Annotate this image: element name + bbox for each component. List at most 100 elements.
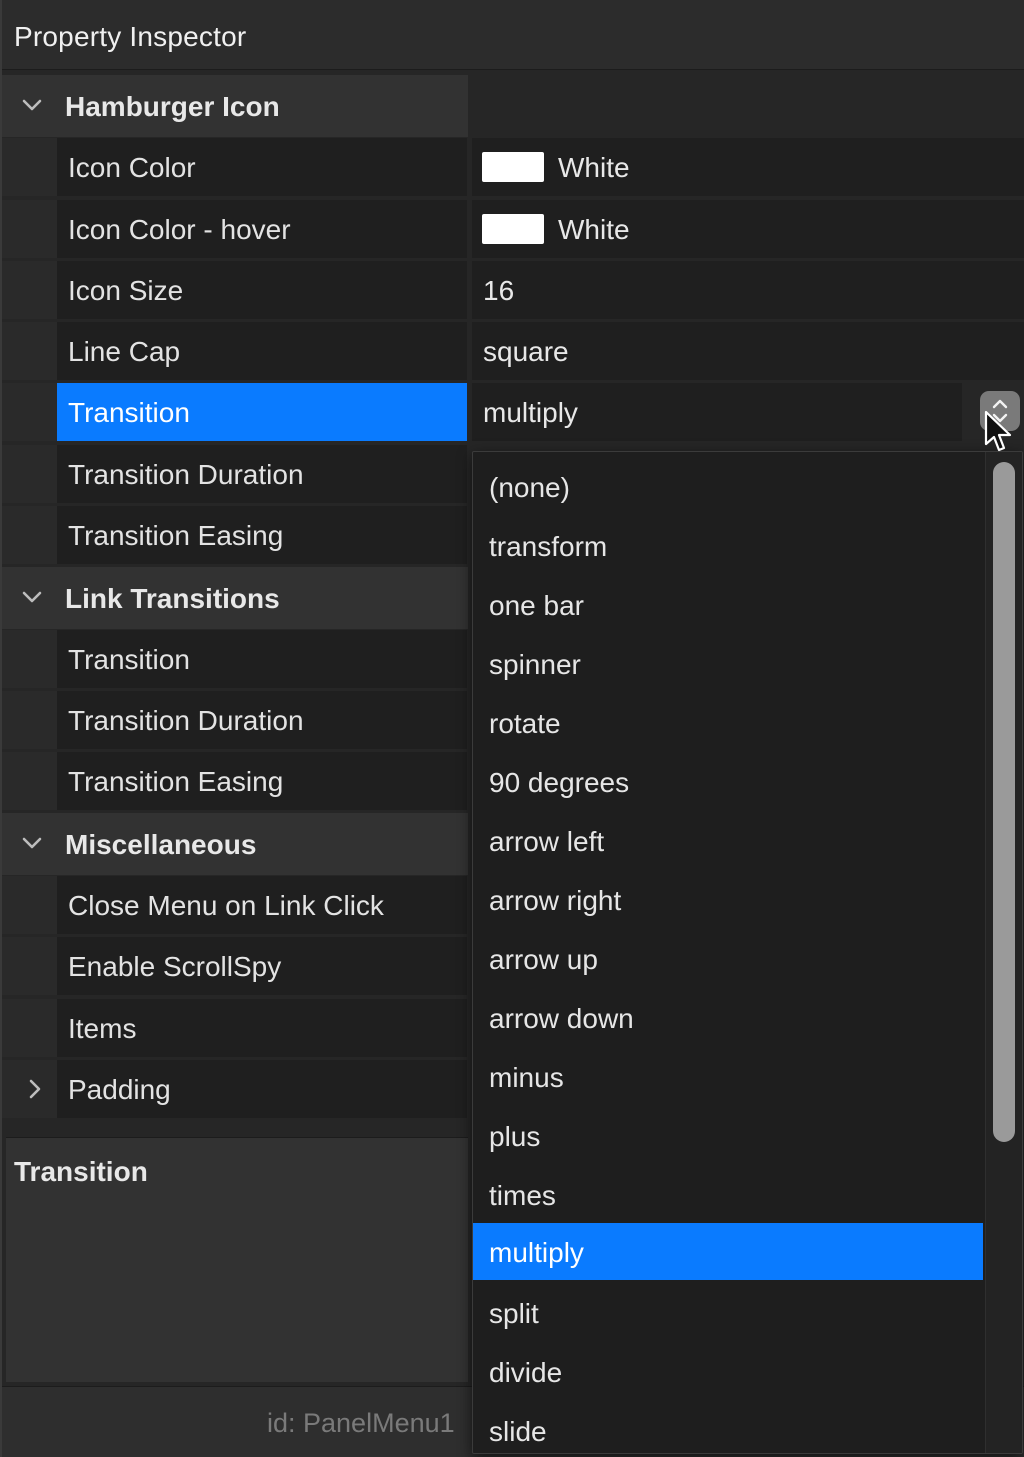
row-gutter: [2, 1060, 57, 1118]
property-value-icon-size[interactable]: 16: [472, 261, 1024, 319]
property-value: multiply: [483, 397, 578, 428]
option-label: (none): [489, 472, 570, 503]
option-label: transform: [489, 531, 608, 562]
row-gutter: [2, 322, 57, 380]
option-label: plus: [489, 1121, 541, 1152]
dropdown-option[interactable]: split: [473, 1284, 983, 1341]
property-value: square: [483, 336, 569, 367]
section-header-miscellaneous[interactable]: Miscellaneous: [2, 813, 468, 875]
dropdown-option[interactable]: arrow right: [473, 871, 983, 928]
title-bar: Property Inspector: [2, 0, 1024, 70]
dropdown-option[interactable]: plus: [473, 1107, 983, 1164]
section-title: Link Transitions: [65, 583, 280, 614]
property-label: Transition: [68, 644, 190, 675]
property-value: White: [558, 152, 630, 183]
dropdown-option[interactable]: 90 degrees: [473, 753, 983, 810]
dropdown-option[interactable]: times: [473, 1166, 983, 1223]
property-label: Items: [68, 1013, 137, 1044]
property-label: Icon Color: [68, 152, 196, 183]
property-row-icon-color-hover[interactable]: Icon Color - hover: [57, 200, 467, 258]
row-gutter: [2, 752, 57, 810]
option-label: arrow right: [489, 885, 622, 916]
chevron-right-icon[interactable]: [22, 1077, 46, 1101]
property-row-items[interactable]: Items: [57, 999, 467, 1057]
transition-select[interactable]: multiply: [472, 383, 962, 441]
property-label: Line Cap: [68, 336, 181, 367]
property-label: Transition Duration: [68, 705, 304, 736]
property-label: Transition Easing: [68, 766, 284, 797]
option-label: arrow down: [489, 1003, 634, 1034]
property-row-close-menu-on-link-click[interactable]: Close Menu on Link Click: [57, 876, 467, 934]
property-row-icon-color[interactable]: Icon Color: [57, 138, 467, 196]
property-row-line-cap[interactable]: Line Cap: [57, 322, 467, 380]
dropdown-option-selected[interactable]: multiply: [473, 1223, 983, 1280]
dropdown-option[interactable]: arrow left: [473, 812, 983, 869]
option-label: divide: [489, 1357, 563, 1388]
property-label: Transition Duration: [68, 459, 304, 490]
property-row-padding[interactable]: Padding: [57, 1060, 467, 1118]
property-label: Transition Easing: [68, 520, 284, 551]
dropdown-option[interactable]: arrow up: [473, 930, 983, 987]
option-label: arrow left: [489, 826, 605, 857]
chevron-down-icon[interactable]: [20, 93, 44, 117]
dropdown-option[interactable]: rotate: [473, 694, 983, 751]
option-label: times: [489, 1180, 556, 1211]
option-label: one bar: [489, 590, 584, 621]
description-pane: Transition: [6, 1137, 468, 1382]
property-row-transition-duration[interactable]: Transition Duration: [57, 445, 467, 503]
property-value-line-cap[interactable]: square: [472, 322, 1024, 380]
property-row-link-transition-duration[interactable]: Transition Duration: [57, 691, 467, 749]
description-title: Transition: [14, 1156, 148, 1187]
dropdown-option[interactable]: divide: [473, 1343, 983, 1400]
transition-dropdown-list[interactable]: (none) transform one bar spinner rotate …: [472, 451, 1023, 1454]
option-label: 90 degrees: [489, 767, 630, 798]
property-value: 16: [483, 275, 515, 306]
row-gutter: [2, 506, 57, 564]
row-gutter: [2, 630, 57, 688]
row-gutter: [2, 445, 57, 503]
chevron-down-icon[interactable]: [20, 585, 44, 609]
dropdown-option[interactable]: spinner: [473, 635, 983, 692]
section-title: Miscellaneous: [65, 829, 257, 860]
property-value-icon-color-hover[interactable]: White: [472, 200, 1024, 258]
property-label: Icon Size: [68, 275, 184, 306]
property-row-transition-easing[interactable]: Transition Easing: [57, 506, 467, 564]
option-label: multiply: [489, 1237, 584, 1268]
property-label: Close Menu on Link Click: [68, 890, 384, 921]
property-value-icon-color[interactable]: White: [472, 138, 1024, 196]
row-gutter: [2, 937, 57, 995]
row-gutter: [2, 138, 57, 196]
dropdown-option[interactable]: minus: [473, 1048, 983, 1105]
row-gutter: [2, 383, 57, 441]
chevron-down-icon[interactable]: [20, 831, 44, 855]
row-gutter: [2, 691, 57, 749]
section-title: Hamburger Icon: [65, 91, 280, 122]
dropdown-option[interactable]: one bar: [473, 576, 983, 633]
element-id-label: id: PanelMenu1: [267, 1408, 455, 1438]
row-gutter: [2, 200, 57, 258]
option-label: split: [489, 1298, 539, 1329]
dropdown-option[interactable]: arrow down: [473, 989, 983, 1046]
option-label: arrow up: [489, 944, 598, 975]
property-row-icon-size[interactable]: Icon Size: [57, 261, 467, 319]
dropdown-option[interactable]: (none): [473, 458, 983, 515]
property-row-link-transition-easing[interactable]: Transition Easing: [57, 752, 467, 810]
color-swatch[interactable]: [482, 214, 544, 244]
property-row-transition[interactable]: Transition: [57, 383, 467, 441]
option-label: rotate: [489, 708, 561, 739]
dropdown-option[interactable]: transform: [473, 517, 983, 574]
property-label: Enable ScrollSpy: [68, 951, 282, 982]
property-row-link-transition[interactable]: Transition: [57, 630, 467, 688]
dropdown-scrollbar-thumb[interactable]: [993, 462, 1015, 1142]
color-swatch[interactable]: [482, 152, 544, 182]
window-title: Property Inspector: [14, 21, 247, 52]
row-gutter: [2, 999, 57, 1057]
mouse-pointer-icon: [984, 410, 1012, 452]
option-label: minus: [489, 1062, 564, 1093]
section-header-hamburger-icon[interactable]: Hamburger Icon: [2, 75, 468, 137]
property-row-enable-scrollspy[interactable]: Enable ScrollSpy: [57, 937, 467, 995]
section-header-link-transitions[interactable]: Link Transitions: [2, 567, 468, 629]
dropdown-option[interactable]: slide: [473, 1402, 983, 1453]
property-inspector-window: Property Inspector Hamburger Icon Icon C…: [0, 0, 1024, 1457]
property-label: Transition: [68, 397, 190, 428]
